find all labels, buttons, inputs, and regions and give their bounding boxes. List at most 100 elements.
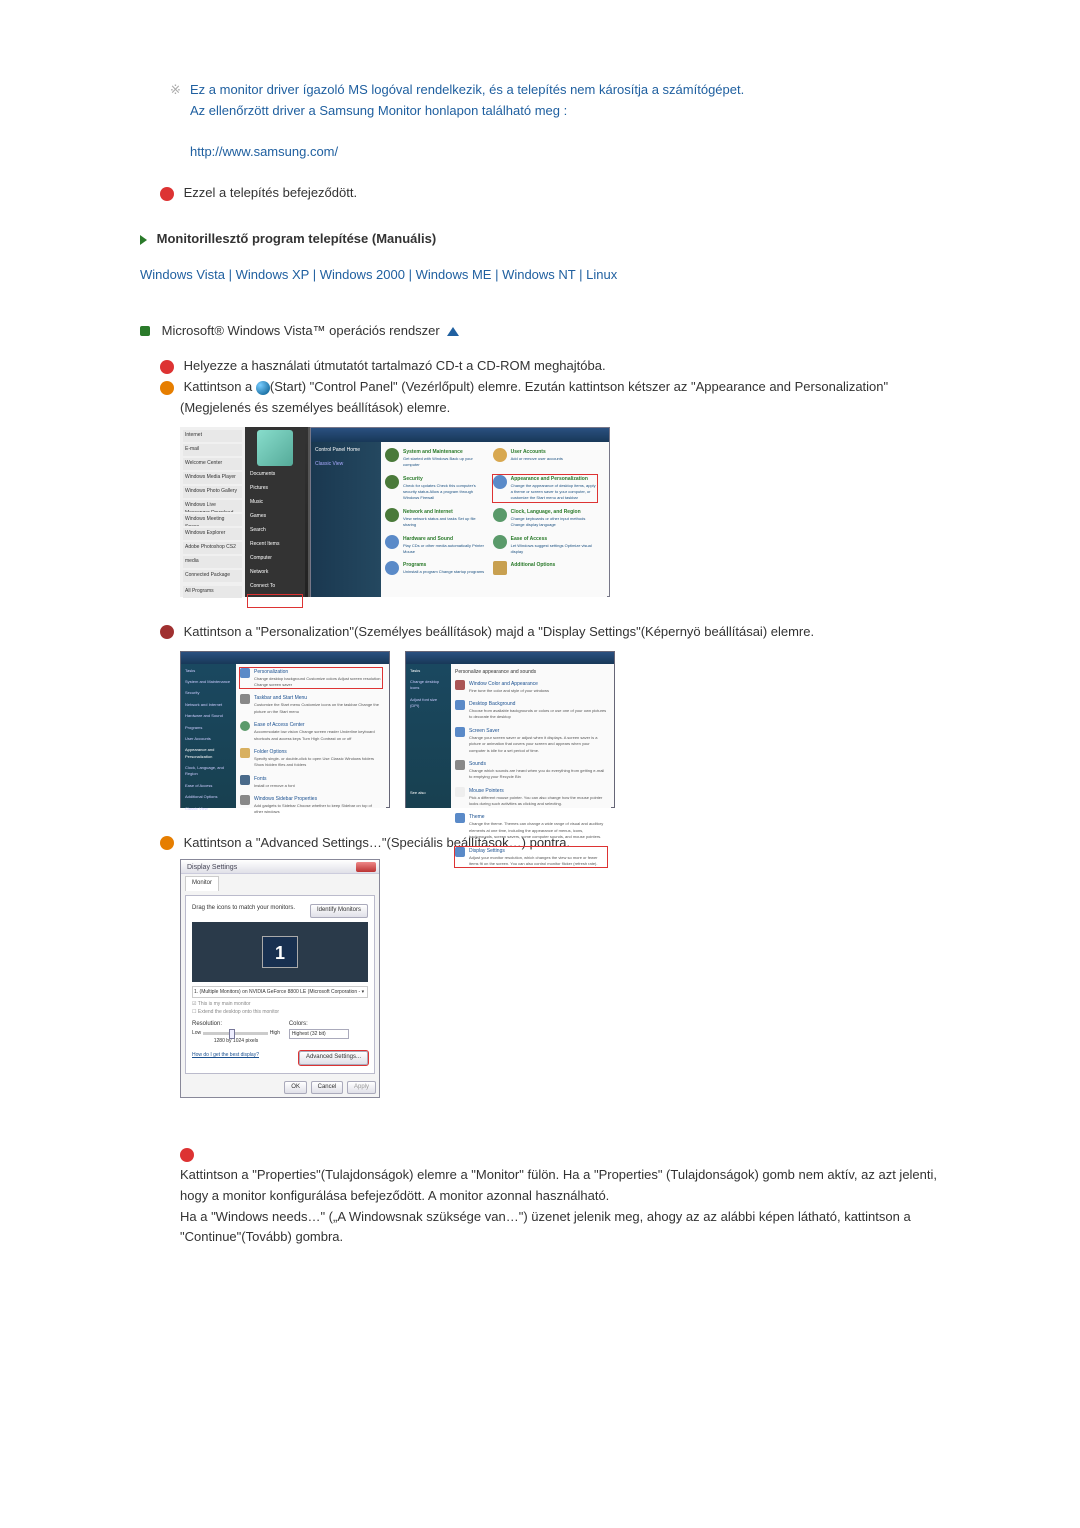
ds-monitor-area: 1 bbox=[192, 922, 368, 982]
step-num-4: 4 bbox=[160, 836, 174, 850]
ds-cancel-button: Cancel bbox=[311, 1081, 344, 1095]
ds-high: High bbox=[270, 1029, 280, 1037]
start-item: Windows Meeting Space bbox=[183, 514, 242, 526]
ap-sidebar-item: Appearance and Personalization bbox=[185, 747, 232, 760]
ap-ease: Ease of Access Center Accommodate low vi… bbox=[240, 721, 382, 742]
pp-sidebar: Tasks Change desktop icons Adjust font s… bbox=[406, 664, 451, 808]
cp-cat-ease: Ease of Access Let Windows suggest setti… bbox=[493, 535, 597, 556]
cp-cat-title: Additional Options bbox=[511, 561, 597, 569]
ap-sidebar-item: Hardware and Sound bbox=[185, 713, 232, 719]
step-2-text-b: (Start) "Control Panel" (Vezérlőpult) el… bbox=[180, 379, 888, 415]
ds-resolution-label: Resolution: bbox=[192, 1020, 280, 1030]
cp-cat-title: Network and Internet bbox=[403, 508, 489, 516]
ds-colors-dropdown: Highest (32 bit) bbox=[289, 1029, 349, 1039]
link-xp[interactable]: Windows XP bbox=[236, 267, 309, 282]
link-nt[interactable]: Windows NT bbox=[502, 267, 575, 282]
cp-cat-sub: Play CDs or other media automatically Pr… bbox=[403, 543, 489, 556]
pp-item-title: Screen Saver bbox=[469, 727, 607, 735]
cp-classic-view: Classic View bbox=[315, 460, 377, 468]
start-right-item: Documents bbox=[248, 469, 302, 481]
pp-screen-saver: Screen Saver Change your screen saver or… bbox=[455, 727, 607, 754]
slider-thumb-icon bbox=[229, 1029, 235, 1039]
cp-cat-users: User Accounts Add or remove user account… bbox=[493, 448, 597, 462]
cp-cat-title: Hardware and Sound bbox=[403, 535, 489, 543]
cp-cat-sub: Get started with Windows Back up your co… bbox=[403, 456, 489, 469]
cp-cat-hardware: Hardware and Sound Play CDs or other med… bbox=[385, 535, 489, 556]
start-control-panel-item: Control Panel bbox=[248, 595, 302, 607]
link-vista[interactable]: Windows Vista bbox=[140, 267, 225, 282]
subsection-vista: Microsoft® Windows Vista™ operációs rend… bbox=[140, 321, 940, 342]
step-3: 3 Kattintson a "Personalization"(Személy… bbox=[180, 622, 940, 643]
note-line2: Az ellenőrzött driver a Samsung Monitor … bbox=[190, 101, 940, 122]
pp-item-text: Adjust your monitor resolution, which ch… bbox=[469, 855, 607, 868]
ap-sidebar-item: Programs bbox=[185, 725, 232, 731]
pp-mouse: Mouse Pointers Pick a different mouse po… bbox=[455, 787, 607, 808]
start-orb-icon bbox=[256, 381, 270, 395]
ds-monitor-tab: Monitor bbox=[185, 876, 219, 891]
mouse-icon bbox=[455, 787, 465, 797]
clock-icon bbox=[493, 508, 507, 522]
cp-cat-programs: Programs Uninstall a program Change star… bbox=[385, 561, 489, 575]
pp-item-text: Pick a different mouse pointer. You can … bbox=[469, 795, 607, 808]
link-w2000[interactable]: Windows 2000 bbox=[320, 267, 405, 282]
cp-cat-network: Network and Internet View network status… bbox=[385, 508, 489, 529]
step-2: 2 Kattintson a (Start) "Control Panel" (… bbox=[180, 377, 940, 419]
cp-cat-appearance: Appearance and Personalization Change th… bbox=[493, 475, 597, 502]
step-num-3: 3 bbox=[160, 625, 174, 639]
cp-cat-sub: Let Windows suggest settings Optimize vi… bbox=[511, 543, 597, 556]
sidebar-props-icon bbox=[240, 795, 250, 805]
screenshot-row-1: Internet E-mail Welcome Center Windows M… bbox=[180, 427, 940, 597]
ds-advanced-button: Advanced Settings... bbox=[299, 1051, 368, 1065]
fonts-icon bbox=[240, 775, 250, 785]
ap-sidebar-item: Security bbox=[185, 690, 232, 696]
pp-item-title: Display Settings bbox=[469, 847, 607, 855]
cp-cat-title: Security bbox=[403, 475, 489, 483]
start-item: Welcome Center bbox=[183, 458, 242, 470]
ap-sidebar-item: Network and Internet bbox=[185, 702, 232, 708]
start-all-programs: All Programs bbox=[183, 586, 242, 598]
cp-titlebar bbox=[311, 428, 609, 442]
step-1: 1 Helyezze a használati útmutatót tartal… bbox=[180, 356, 940, 377]
step-3-text: Kattintson a "Personalization"(Személyes… bbox=[184, 624, 814, 639]
cp-cat-sub: Change the appearance of desktop items, … bbox=[511, 483, 597, 502]
cp-cat-sub: Check for updates Check this computer's … bbox=[403, 483, 489, 502]
cp-cat-sub: Add or remove user accounts bbox=[511, 456, 597, 462]
ds-identify-button: Identify Monitors bbox=[310, 904, 368, 918]
start-item: Windows Live Messenger Download bbox=[183, 500, 242, 512]
users-icon bbox=[493, 448, 507, 462]
ap-item-title: Fonts bbox=[254, 775, 382, 783]
note-marker: ※ bbox=[170, 80, 181, 101]
subsection-arrow-icon bbox=[140, 326, 150, 336]
pp-item-title: Window Color and Appearance bbox=[469, 680, 607, 688]
ds-colors-label: Colors: bbox=[289, 1020, 368, 1030]
link-linux[interactable]: Linux bbox=[586, 267, 617, 282]
cp-cat-system: System and Maintenance Get started with … bbox=[385, 448, 489, 469]
pp-item-title: Mouse Pointers bbox=[469, 787, 607, 795]
network-icon bbox=[385, 508, 399, 522]
ease-access-icon bbox=[240, 721, 250, 731]
ap-item-title: Windows Sidebar Properties bbox=[254, 795, 382, 803]
ds-drag-text: Drag the icons to match your monitors. bbox=[192, 904, 295, 918]
pp-sidebar-footer: See also bbox=[410, 790, 447, 796]
ap-sidebar-item: User Accounts bbox=[185, 736, 232, 742]
pp-item-text: Fine tune the color and style of your wi… bbox=[469, 688, 607, 694]
note-block: ※ Ez a monitor driver ígazoló MS logóval… bbox=[190, 80, 940, 163]
note-url[interactable]: http://www.samsung.com/ bbox=[190, 142, 940, 163]
security-icon bbox=[385, 475, 399, 489]
ap-item-title: Taskbar and Start Menu bbox=[254, 694, 382, 702]
additional-icon bbox=[493, 561, 507, 575]
ap-item-text: Specify single- or double-click to open … bbox=[254, 756, 382, 769]
display-settings-dialog: Display Settings Monitor Drag the icons … bbox=[180, 859, 380, 1098]
start-item: Windows Explorer bbox=[183, 528, 242, 540]
user-avatar-icon bbox=[257, 430, 293, 466]
link-me[interactable]: Windows ME bbox=[416, 267, 492, 282]
ds-resolution-slider bbox=[203, 1032, 268, 1035]
step-num-1: 1 bbox=[160, 360, 174, 374]
taskbar-icon bbox=[240, 694, 250, 704]
ap-item-title: Ease of Access Center bbox=[254, 721, 382, 729]
start-right-pane: Documents Pictures Music Games Search Re… bbox=[245, 427, 305, 597]
theme-icon bbox=[455, 813, 465, 823]
desktop-bg-icon bbox=[455, 700, 465, 710]
pp-titlebar bbox=[406, 652, 614, 664]
cp-cat-sub: Uninstall a program Change startup progr… bbox=[403, 569, 489, 575]
